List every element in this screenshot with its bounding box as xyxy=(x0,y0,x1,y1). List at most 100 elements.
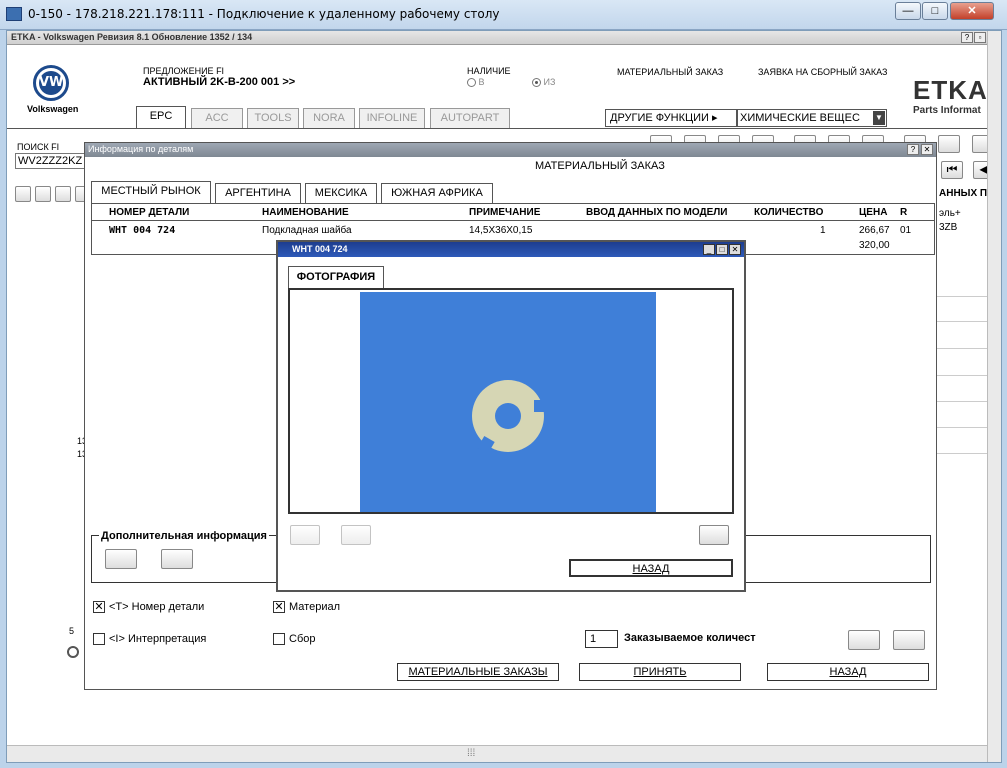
col-part-number: НОМЕР ДЕТАЛИ xyxy=(109,207,190,218)
extra-info-label: Дополнительная информация xyxy=(99,530,269,542)
row-divider xyxy=(937,348,989,349)
right-table-cell: эль+ xyxy=(939,208,961,219)
tab-south-africa[interactable]: ЮЖНАЯ АФРИКА xyxy=(381,183,493,203)
other-functions-label: ДРУГИЕ ФУНКЦИИ xyxy=(610,112,709,124)
dialog-titlebar[interactable]: Информация по деталям ? ✕ xyxy=(85,143,936,157)
vertical-scrollbar[interactable] xyxy=(987,31,1001,762)
tab-autopart[interactable]: AUTOPART xyxy=(430,108,510,128)
col-name: НАИМЕНОВАНИЕ xyxy=(262,207,349,218)
camera-icon[interactable] xyxy=(161,549,193,569)
minimize-button[interactable]: — xyxy=(895,2,921,20)
row-divider xyxy=(937,321,989,322)
etka-logo-sub: Parts Informat xyxy=(913,105,981,116)
col-quantity: КОЛИЧЕСТВО xyxy=(754,207,824,218)
chevron-down-icon[interactable]: ▼ xyxy=(873,111,885,125)
material-checkbox[interactable]: ✕ xyxy=(273,601,285,613)
radio-out-icon[interactable] xyxy=(532,78,541,88)
order-quantity-input[interactable]: 1 xyxy=(585,630,618,648)
etka-titlebar: ETKA - Volkswagen Ревизия 8.1 Обновление… xyxy=(7,31,1001,45)
scale-icon[interactable] xyxy=(105,549,137,569)
right-table-header: АННЫХ П xyxy=(939,188,988,199)
tab-tools[interactable]: TOOLS xyxy=(247,108,299,128)
back-button[interactable]: НАЗАД xyxy=(767,663,929,681)
assembly-order-link[interactable]: ЗАЯВКА НА СБОРНЫЙ ЗАКАЗ xyxy=(758,67,887,77)
chevron-right-icon: ▸ xyxy=(712,112,718,124)
radio-out[interactable]: ИЗ xyxy=(532,77,555,88)
popup-maximize-icon[interactable]: □ xyxy=(716,244,728,255)
popup-minimize-icon[interactable]: _ xyxy=(703,244,715,255)
zoom-in-icon[interactable] xyxy=(15,186,31,202)
order-quantity-label: Заказываемое количест xyxy=(624,632,756,644)
chemicals-dropdown[interactable]: ХИМИЧЕСКИЕ ВЕЩЕС ▼ xyxy=(737,109,887,127)
proposal-label: ПРЕДЛОЖЕНИЕ FI xyxy=(143,66,225,76)
row-divider xyxy=(937,453,989,454)
material-checkbox-label: Материал xyxy=(289,601,340,613)
availability-label: НАЛИЧИЕ xyxy=(467,66,511,76)
popup-print-icon[interactable] xyxy=(699,525,729,545)
restore-icon[interactable]: ▫ xyxy=(974,32,986,43)
cell-price-2: 320,00 xyxy=(859,240,890,251)
close-button[interactable]: ✕ xyxy=(950,2,994,20)
interpretation-checkbox[interactable] xyxy=(93,633,105,645)
material-order-link[interactable]: МАТЕРИАЛЬНЫЙ ЗАКАЗ xyxy=(617,67,723,77)
cell-part-number[interactable]: WHT 004 724 xyxy=(109,225,175,236)
print-icon[interactable] xyxy=(848,630,880,650)
dialog-title: Информация по деталям xyxy=(88,144,194,154)
first-page-icon[interactable]: ⏮ xyxy=(941,161,963,179)
accept-button[interactable]: ПРИНЯТЬ xyxy=(579,663,741,681)
chemicals-value: ХИМИЧЕСКИЕ ВЕЩЕС xyxy=(740,112,860,124)
assembly-checkbox-label: Сбор xyxy=(289,633,316,645)
material-orders-button[interactable]: МАТЕРИАЛЬНЫЕ ЗАКАЗЫ xyxy=(397,663,559,681)
proposal-value[interactable]: АКТИВНЫЙ 2K-B-200 001 >> xyxy=(143,76,295,88)
horizontal-scrollbar[interactable]: ⁞⁞⁞ xyxy=(7,745,987,762)
brand-label: Volkswagen xyxy=(27,104,79,114)
col-model-input: ВВОД ДАННЫХ ПО МОДЕЛИ xyxy=(586,207,728,218)
tab-argentina[interactable]: АРГЕНТИНА xyxy=(215,183,301,203)
dialog-heading: МАТЕРИАЛЬНЫЙ ЗАКАЗ xyxy=(535,160,665,172)
popup-close-icon[interactable]: ✕ xyxy=(729,244,741,255)
next-photo-icon[interactable] xyxy=(341,525,371,545)
list-icon[interactable] xyxy=(938,135,960,153)
assembly-checkbox[interactable] xyxy=(273,633,285,645)
tab-acc[interactable]: ACC xyxy=(191,108,243,128)
row-divider xyxy=(937,296,989,297)
tab-epc[interactable]: EPC xyxy=(136,106,186,128)
radio-in-icon[interactable] xyxy=(467,78,476,88)
scroll-grip-icon[interactable]: ⁞⁞⁞ xyxy=(467,748,475,759)
row-divider xyxy=(937,427,989,428)
search-label: ПОИСК FI xyxy=(17,142,60,152)
tab-infoline[interactable]: INFOLINE xyxy=(359,108,425,128)
part-photo xyxy=(360,292,656,512)
part-number-checkbox[interactable]: ✕ xyxy=(93,601,105,613)
prev-photo-icon[interactable] xyxy=(290,525,320,545)
search-input[interactable]: WV2ZZZ2KZ xyxy=(15,153,91,169)
popup-back-button[interactable]: НАЗАД xyxy=(569,559,733,577)
popup-title: WHT 004 724 xyxy=(292,244,348,254)
tab-mexico[interactable]: МЕКСИКА xyxy=(305,183,377,203)
rdp-titlebar[interactable]: 0-150 - 178.218.221.178:111 - Подключени… xyxy=(0,0,1007,30)
maximize-button[interactable]: □ xyxy=(922,2,948,20)
tab-photo[interactable]: ФОТОГРАФИЯ xyxy=(288,266,384,288)
part-number-checkbox-label: <T> Номер детали xyxy=(109,601,205,613)
popup-titlebar[interactable]: WHT 004 724 _ □ ✕ xyxy=(278,242,744,257)
etka-window-title: ETKA - Volkswagen Ревизия 8.1 Обновление… xyxy=(11,32,253,42)
zoom-fit-icon[interactable] xyxy=(55,186,71,202)
cell-note: 14,5X36X0,15 xyxy=(469,225,533,236)
tab-local-market[interactable]: МЕСТНЫЙ РЫНОК xyxy=(91,181,211,203)
help-icon[interactable]: ? xyxy=(961,32,973,43)
tab-divider xyxy=(7,128,1001,129)
dialog-close-icon[interactable]: ✕ xyxy=(921,144,933,155)
dialog-help-icon[interactable]: ? xyxy=(907,144,919,155)
radio-in[interactable]: В xyxy=(467,77,485,88)
other-functions-menu[interactable]: ДРУГИЕ ФУНКЦИИ ▸ xyxy=(605,109,737,127)
zoom-out-icon[interactable] xyxy=(35,186,51,202)
cell-r: 01 xyxy=(900,225,912,236)
table-header-divider xyxy=(91,220,935,221)
diagram-number: 5 xyxy=(69,626,75,636)
right-table-cell: 3ZB xyxy=(939,222,958,233)
rdp-app-icon xyxy=(6,7,22,21)
col-price: ЦЕНА xyxy=(859,207,888,218)
edit-icon[interactable] xyxy=(893,630,925,650)
row-divider xyxy=(937,401,989,402)
tab-nora[interactable]: NORA xyxy=(303,108,355,128)
